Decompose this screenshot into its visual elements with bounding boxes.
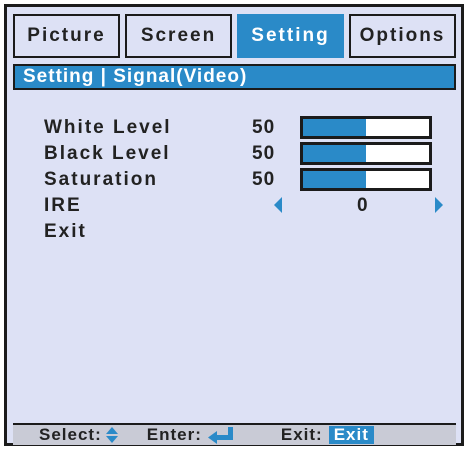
black-level-value: 50 xyxy=(252,143,276,164)
black-level-label[interactable]: Black Level xyxy=(44,143,171,165)
tab-options[interactable]: Options xyxy=(349,14,456,58)
select-hint-label: Select: xyxy=(39,425,102,444)
exit-hint: Exit: Exit xyxy=(281,425,374,445)
saturation-value: 50 xyxy=(252,169,276,190)
breadcrumb: Setting | Signal(Video) xyxy=(13,64,456,90)
exit-hint-label: Exit: xyxy=(280,425,323,444)
saturation-fill xyxy=(303,171,366,188)
white-level-bar[interactable] xyxy=(300,116,432,139)
tab-picture[interactable]: Picture xyxy=(13,14,120,58)
exit-item[interactable]: Exit xyxy=(44,221,87,243)
white-level-label[interactable]: White Level xyxy=(44,117,172,139)
osd-menu: Picture Screen Setting Options Setting |… xyxy=(4,4,464,446)
tab-screen[interactable]: Screen xyxy=(125,14,232,58)
exit-badge[interactable]: Exit xyxy=(328,425,374,444)
tab-setting[interactable]: Setting xyxy=(237,14,344,58)
ire-value: 0 xyxy=(357,195,369,216)
triangle-left-icon[interactable] xyxy=(274,197,282,213)
select-hint: Select: xyxy=(39,425,119,445)
triangle-right-icon[interactable] xyxy=(435,197,443,213)
menu-tabs: Picture Screen Setting Options xyxy=(13,14,456,58)
saturation-bar[interactable] xyxy=(300,168,432,191)
saturation-label[interactable]: Saturation xyxy=(44,169,158,191)
white-level-value: 50 xyxy=(252,117,276,138)
enter-hint-label: Enter: xyxy=(146,425,202,444)
enter-hint: Enter: xyxy=(147,425,236,445)
black-level-fill xyxy=(303,145,366,162)
white-level-fill xyxy=(303,119,366,136)
enter-return-icon xyxy=(207,427,233,444)
black-level-bar[interactable] xyxy=(300,142,432,165)
up-down-arrow-icon xyxy=(105,427,118,443)
footer-hints: Select: Enter: Exit: Exit xyxy=(13,423,456,445)
ire-label[interactable]: IRE xyxy=(44,195,82,217)
